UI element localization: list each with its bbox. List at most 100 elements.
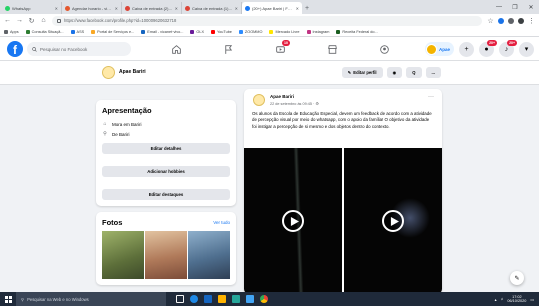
play-button-icon[interactable] xyxy=(282,210,304,232)
bookmark-label: Instagram xyxy=(312,29,330,34)
bookmark-label: Receita Federal do... xyxy=(342,29,378,34)
new-tab-button[interactable]: + xyxy=(302,2,312,14)
tab-whatsapp[interactable]: WhatsApp ✕ xyxy=(2,2,62,14)
house-icon: ⌂ xyxy=(103,121,107,127)
video-thumbnail[interactable] xyxy=(344,148,442,294)
post-author-avatar[interactable] xyxy=(253,94,265,106)
maximize-button[interactable]: ❐ xyxy=(507,0,523,14)
close-tab-icon[interactable]: ✕ xyxy=(175,6,178,11)
taskbar-search[interactable]: ⚲ Pesquisar na Web e no Windows xyxy=(16,292,166,306)
start-button[interactable] xyxy=(0,292,16,306)
tab-title: Agendar horario - vicanoweb xyxy=(72,5,113,11)
post-date[interactable]: 22 de setembro às 09:45 · ⚙ xyxy=(270,101,319,106)
bookmark-apps[interactable]: Apps xyxy=(4,29,19,34)
tab-gmail-1[interactable]: Caixa de entrada (2) - ascbru ✕ xyxy=(122,2,182,14)
new-message-button[interactable]: ✎ xyxy=(510,271,524,285)
profile-button[interactable]: Apae xyxy=(424,42,454,56)
network-icon[interactable]: ▴ xyxy=(495,297,497,302)
file-explorer-icon[interactable] xyxy=(218,295,226,303)
photo-thumbnail[interactable] xyxy=(188,231,230,279)
photo-thumbnail[interactable] xyxy=(102,231,144,279)
close-tab-icon[interactable]: ✕ xyxy=(235,6,238,11)
post-more-button[interactable]: ··· xyxy=(428,94,434,100)
photos-grid xyxy=(102,231,230,279)
minimize-button[interactable]: — xyxy=(491,0,507,14)
extensions: ☆ ⋮ xyxy=(487,17,535,25)
close-tab-icon[interactable]: ✕ xyxy=(115,6,118,11)
facebook-favicon-icon xyxy=(245,5,250,11)
notifications-icon[interactable]: ▭ xyxy=(530,297,534,302)
reload-icon[interactable]: ↻ xyxy=(28,17,35,25)
nav-home[interactable] xyxy=(150,37,202,61)
home-icon[interactable]: ⌂ xyxy=(40,17,47,24)
nav-watch[interactable]: 10 xyxy=(254,37,306,61)
extension-icon[interactable] xyxy=(498,17,504,24)
photo-thumbnail[interactable] xyxy=(145,231,187,279)
tab-gmail-2[interactable]: Caixa de entrada (1) - apae@ ✕ xyxy=(182,2,242,14)
extension-icon[interactable] xyxy=(508,17,514,24)
tab-title: Caixa de entrada (2) - ascbru xyxy=(132,5,173,11)
notifications-button[interactable]: ♪ 20+ xyxy=(499,39,517,57)
more-options-button[interactable]: ... xyxy=(425,67,441,78)
store-icon[interactable] xyxy=(204,295,212,303)
facebook-search-input[interactable]: Pesquisar no Facebook xyxy=(27,42,131,56)
nav-pages[interactable] xyxy=(202,37,254,61)
bookmark-item[interactable]: Receita Federal do... xyxy=(336,29,378,34)
bookmark-item[interactable]: Consulta Situaçã... xyxy=(25,29,64,34)
profile-avatar-icon[interactable] xyxy=(518,17,524,24)
bookmark-item[interactable]: Portal de Serviços e... xyxy=(91,29,134,34)
close-tab-icon[interactable]: ✕ xyxy=(55,6,58,11)
home-icon xyxy=(171,44,181,54)
bookmark-item[interactable]: Mercado Livre xyxy=(269,29,300,34)
page-avatar[interactable] xyxy=(102,66,115,79)
forward-arrow-icon[interactable]: → xyxy=(16,17,23,24)
page-title[interactable]: Apae Bariri xyxy=(119,69,146,75)
bookmark-item[interactable]: Email - vicanet·vivo... xyxy=(141,29,183,34)
bookmark-item[interactable]: ASS xyxy=(70,29,84,34)
url-field[interactable]: https://www.facebook.com/profile.php?id=… xyxy=(52,15,482,26)
post-author[interactable]: Apae Bariri xyxy=(270,94,294,99)
video-thumbnail[interactable] xyxy=(244,148,342,294)
bookmark-youtube[interactable]: YouTube xyxy=(211,29,232,34)
nav-marketplace[interactable] xyxy=(306,37,358,61)
address-bar-row: ← → ↻ ⌂ https://www.facebook.com/profile… xyxy=(0,14,539,27)
app-icon[interactable] xyxy=(246,295,254,303)
tab-facebook[interactable]: (20+) Apae Bariri | Facebook ✕ xyxy=(242,2,302,14)
bookmark-instagram[interactable]: Instagram xyxy=(306,29,330,34)
post-card: Apae Bariri 22 de setembro às 09:45 · ⚙ … xyxy=(244,89,442,294)
play-button-icon[interactable] xyxy=(382,210,404,232)
edit-featured-button[interactable]: Editar destaques xyxy=(102,189,230,200)
menu-dots-icon[interactable]: ⋮ xyxy=(528,17,535,25)
messenger-button[interactable]: ● 20+ xyxy=(479,39,497,57)
edge-icon[interactable] xyxy=(190,295,198,303)
system-tray: ▴ ♫ 17:02 06/10/2020 ▭ xyxy=(495,295,539,304)
star-icon[interactable]: ☆ xyxy=(487,17,494,25)
gmail-favicon-icon xyxy=(125,5,130,11)
edit-details-button[interactable]: Editar detalhes xyxy=(102,143,230,154)
edit-profile-button[interactable]: ✎ Editar perfil xyxy=(341,67,383,78)
nav-groups[interactable] xyxy=(358,37,410,61)
facebook-logo-icon[interactable]: f xyxy=(7,41,23,57)
close-window-button[interactable]: ✕ xyxy=(523,0,539,14)
create-button[interactable]: + xyxy=(459,41,474,57)
clock[interactable]: 17:02 06/10/2020 xyxy=(507,295,526,304)
bookmark-item[interactable]: ZOOMMO xyxy=(238,29,262,34)
chevron-down-icon: ▾ xyxy=(524,46,529,53)
see-all-photos-link[interactable]: Ver tudo xyxy=(213,220,230,225)
tab-title: Caixa de entrada (1) - apae@ xyxy=(192,5,233,11)
close-tab-icon[interactable]: ✕ xyxy=(296,6,299,11)
taskbar-apps xyxy=(176,295,268,303)
bookmark-item[interactable]: OLX xyxy=(190,29,204,34)
task-view-icon[interactable] xyxy=(176,295,184,303)
app-icon[interactable] xyxy=(232,295,240,303)
bookmarks-bar: Apps Consulta Situaçã... ASS Portal de S… xyxy=(0,27,539,37)
volume-icon[interactable]: ♫ xyxy=(501,297,504,301)
view-as-button[interactable]: ◉ xyxy=(386,67,403,78)
search-page-button[interactable]: Q xyxy=(406,67,422,78)
eye-icon: ◉ xyxy=(392,70,397,75)
account-menu-button[interactable]: ▾ xyxy=(519,41,534,57)
tab-agendar[interactable]: Agendar horario - vicanoweb ✕ xyxy=(62,2,122,14)
chrome-icon[interactable] xyxy=(260,295,268,303)
add-hobbies-button[interactable]: Adicionar hobbies xyxy=(102,166,230,177)
back-arrow-icon[interactable]: ← xyxy=(4,17,11,24)
